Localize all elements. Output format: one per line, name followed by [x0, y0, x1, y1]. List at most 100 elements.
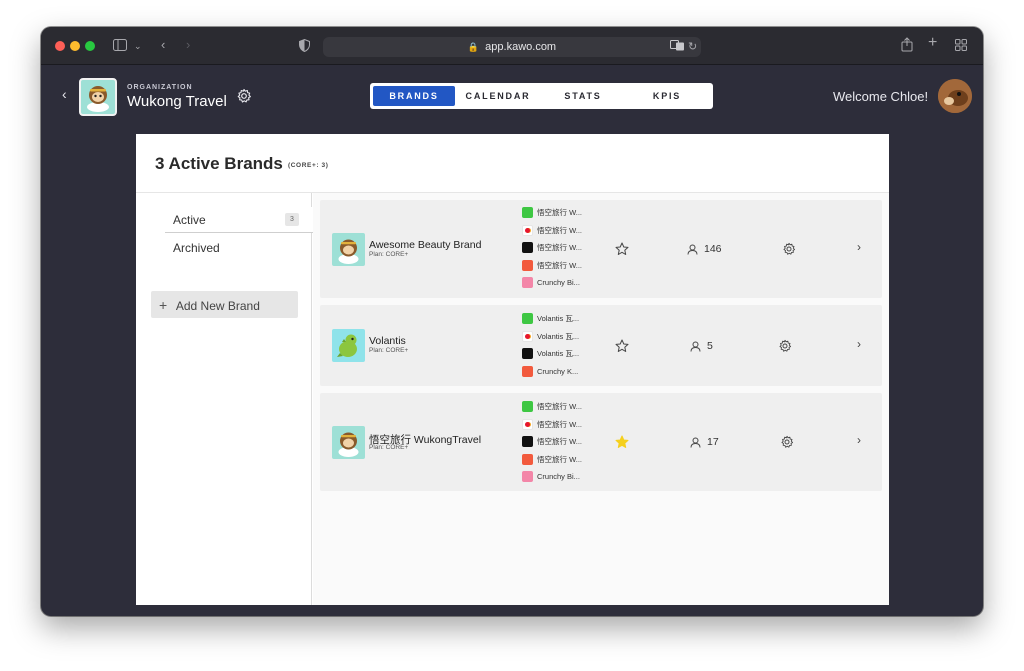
brand-logo [332, 426, 365, 459]
privacy-shield-icon[interactable] [299, 38, 310, 55]
squirrel-avatar-icon [938, 79, 972, 113]
new-tab-icon[interactable]: + [928, 35, 937, 51]
address-bar[interactable]: 🔒 app.kawo.com ↻ [323, 37, 701, 57]
chevron-right-icon[interactable]: › [857, 240, 861, 254]
channel-item[interactable]: 悟空旅行 W... [522, 416, 582, 434]
add-new-brand-button[interactable]: + Add New Brand [151, 291, 298, 318]
channel-item[interactable]: 悟空旅行 W... [522, 433, 582, 451]
share-icon[interactable] [901, 37, 913, 55]
browser-toolbar: ⌄ ‹ › 🔒 app.kawo.com ↻ + [41, 27, 983, 65]
favorite-star-icon[interactable] [615, 242, 629, 256]
brand-plan: Plan: CORE+ [369, 251, 409, 258]
welcome-message: Welcome Chloe! [833, 89, 929, 104]
monkey-logo-icon [87, 86, 109, 112]
tab-brands[interactable]: BRANDS [373, 86, 455, 106]
favorite-star-icon[interactable] [615, 339, 629, 353]
url-text: app.kawo.com [485, 41, 557, 53]
channel-item[interactable]: Crunchy Bi... [522, 274, 582, 292]
channel-item[interactable]: 悟空旅行 W... [522, 239, 582, 257]
app-header: ‹ ORGANIZATION Wukong Travel BRANDS CALE… [41, 65, 983, 127]
xiaohongshu-icon [522, 259, 533, 271]
user-avatar[interactable] [938, 79, 972, 113]
weibo-icon [522, 224, 533, 236]
monkey-logo-icon [338, 239, 359, 264]
channel-item[interactable]: 悟空旅行 W... [522, 398, 582, 416]
brand-name[interactable]: Awesome Beauty Brand [369, 239, 481, 251]
brand-name[interactable]: Volantis [369, 335, 406, 347]
bilibili-icon [522, 471, 533, 483]
add-brand-label: Add New Brand [175, 299, 260, 313]
weibo-icon [522, 418, 533, 430]
brand-settings-gear-icon[interactable] [780, 435, 794, 449]
brand-logo [332, 233, 365, 266]
brand-logo [332, 329, 365, 362]
brand-settings-gear-icon[interactable] [778, 339, 792, 353]
main-nav-tabs: BRANDS CALENDAR STATS KPIS [370, 83, 713, 109]
sidebar-item-archived[interactable]: Archived [165, 235, 313, 261]
channel-item[interactable]: 悟空旅行 W... [522, 204, 582, 222]
active-count-badge: 3 [285, 213, 299, 226]
forward-nav-icon[interactable]: › [186, 38, 190, 52]
douyin-icon [522, 348, 533, 360]
channel-item[interactable]: 悟空旅行 W... [522, 451, 582, 469]
bilibili-icon [522, 277, 533, 289]
sidebar-toggle-icon[interactable] [113, 39, 127, 54]
douyin-icon [522, 436, 533, 448]
user-count: 5 [690, 340, 713, 352]
tab-overview-icon[interactable] [955, 39, 967, 54]
wechat-icon [522, 207, 533, 219]
brand-settings-gear-icon[interactable] [782, 242, 796, 256]
brand-list: Awesome Beauty Brand Plan: CORE+ 悟空旅行 W.… [313, 193, 889, 605]
tab-stats[interactable]: STATS [541, 86, 625, 106]
xiaohongshu-icon [522, 365, 533, 377]
brand-card-awesome-beauty[interactable]: Awesome Beauty Brand Plan: CORE+ 悟空旅行 W.… [320, 200, 882, 298]
brand-plan: Plan: CORE+ [369, 444, 409, 451]
channel-item[interactable]: Crunchy K... [522, 363, 579, 381]
page-title: 3 Active Brands [155, 154, 283, 173]
back-nav-icon[interactable]: ‹ [161, 38, 165, 52]
xiaohongshu-icon [522, 453, 533, 465]
channel-list: Volantis 瓦... Volantis 瓦... Volantis 瓦..… [522, 310, 579, 380]
translate-icon[interactable] [670, 40, 685, 56]
channel-item[interactable]: Volantis 瓦... [522, 345, 579, 363]
sidebar-item-label: Active [173, 213, 206, 227]
tab-calendar[interactable]: CALENDAR [455, 86, 541, 106]
brand-card-wukong-travel[interactable]: 悟空旅行 WukongTravel Plan: CORE+ 悟空旅行 W... … [320, 393, 882, 491]
user-icon [690, 341, 701, 352]
plus-icon: + [159, 297, 168, 313]
favorite-star-filled-icon[interactable] [615, 435, 629, 449]
monkey-logo-icon [338, 432, 359, 457]
zoom-window-button[interactable] [85, 41, 95, 51]
browser-window: ⌄ ‹ › 🔒 app.kawo.com ↻ + ‹ ORGANIZATION … [41, 27, 983, 616]
tab-kpis[interactable]: KPIS [625, 86, 709, 106]
org-settings-gear-icon[interactable] [236, 88, 252, 104]
org-name[interactable]: Wukong Travel [127, 93, 227, 110]
channel-item[interactable]: 悟空旅行 W... [522, 257, 582, 275]
channel-item[interactable]: 悟空旅行 W... [522, 222, 582, 240]
sidebar-item-label: Archived [173, 241, 220, 255]
channel-list: 悟空旅行 W... 悟空旅行 W... 悟空旅行 W... 悟空旅行 W... … [522, 398, 582, 486]
brands-panel: 3 Active Brands (CORE+: 3) Active 3 Arch… [136, 134, 889, 605]
dinosaur-logo-icon [337, 334, 357, 357]
brand-plan: Plan: CORE+ [369, 347, 409, 354]
minimize-window-button[interactable] [70, 41, 80, 51]
sidebar-item-active[interactable]: Active 3 [165, 207, 313, 233]
org-logo [79, 78, 117, 116]
douyin-icon [522, 242, 533, 254]
close-window-button[interactable] [55, 41, 65, 51]
chevron-right-icon[interactable]: › [857, 337, 861, 351]
channel-item[interactable]: Crunchy Bi... [522, 468, 582, 486]
back-arrow-icon[interactable]: ‹ [62, 86, 67, 102]
chevron-down-icon[interactable]: ⌄ [134, 39, 142, 53]
reload-icon[interactable]: ↻ [688, 40, 697, 54]
chevron-right-icon[interactable]: › [857, 433, 861, 447]
channel-item[interactable]: Volantis 瓦... [522, 328, 579, 346]
channel-item[interactable]: Volantis 瓦... [522, 310, 579, 328]
brand-card-volantis[interactable]: Volantis Plan: CORE+ Volantis 瓦... Volan… [320, 305, 882, 386]
plan-summary: (CORE+: 3) [288, 162, 329, 169]
user-icon [687, 244, 698, 255]
weibo-icon [522, 330, 533, 342]
wechat-icon [522, 401, 533, 413]
lock-icon: 🔒 [467, 42, 480, 52]
wechat-icon [522, 313, 533, 325]
